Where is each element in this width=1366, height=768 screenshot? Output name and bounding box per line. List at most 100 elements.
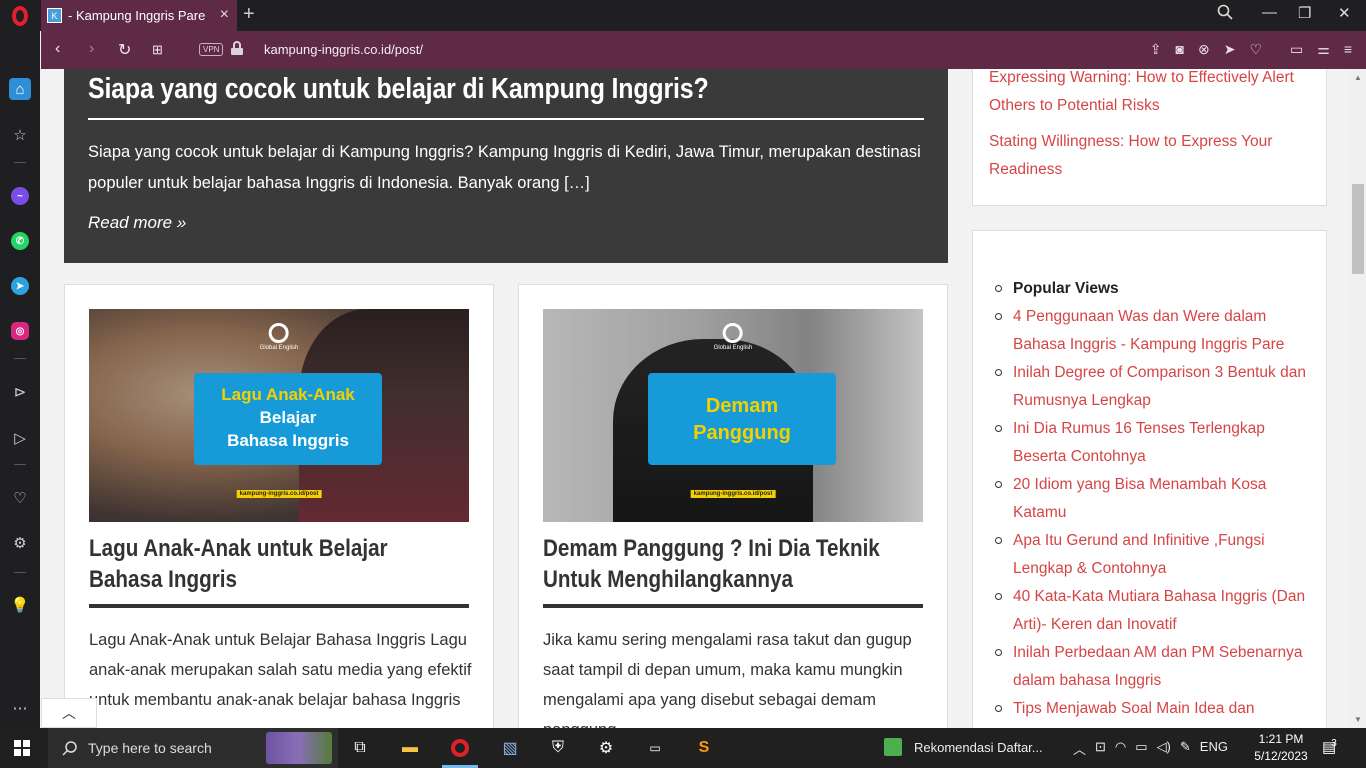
scrollbar-thumb[interactable]	[1352, 184, 1364, 274]
language-indicator[interactable]: ENG	[1200, 739, 1228, 758]
thumbnail-url-strip: kampung-inggris.co.id/post	[236, 490, 322, 498]
bookmarks-heart-icon[interactable]: ♡	[9, 487, 31, 509]
minimize-button[interactable]: —	[1262, 4, 1277, 21]
post-title[interactable]: Demam Panggung ? Ini Dia Teknik Untuk Me…	[543, 533, 904, 595]
show-hidden-icons-chevron-icon[interactable]: ︿	[1073, 739, 1086, 758]
sublime-text-icon[interactable]: S	[692, 736, 716, 760]
windows-taskbar: Type here to search ⧉ ▬ ▧ ⛨ ⚙ ▭ S Rekome…	[0, 728, 1366, 768]
wifi-icon[interactable]: ◠	[1115, 739, 1126, 758]
instagram-icon[interactable]: ◎	[9, 320, 31, 342]
windows-start-icon[interactable]	[14, 740, 30, 756]
photos-icon[interactable]: ▧	[498, 736, 522, 760]
taskbar-clock[interactable]: 1:21 PM 5/12/2023	[1252, 731, 1310, 765]
thumbnail-title-line: Lagu Anak-Anak	[221, 385, 355, 404]
recent-posts-widget: Expressing Warning: How to Effectively A…	[972, 69, 1327, 206]
search-placeholder: Type here to search	[88, 740, 212, 756]
battery-icon[interactable]: ▭	[1135, 739, 1147, 758]
browser-tab[interactable]: K - Kampung Inggris Pare ×	[41, 0, 237, 31]
back-button[interactable]: ‹	[55, 40, 60, 58]
security-shield-icon[interactable]: ⛨	[546, 736, 570, 760]
popular-post-link[interactable]: Tips Menjawab Soal Main Idea dan	[995, 695, 1306, 723]
tabs-grid-icon[interactable]: ⊞	[152, 42, 163, 58]
send-icon[interactable]: ➤	[1224, 41, 1236, 58]
lock-icon[interactable]	[231, 41, 243, 55]
popular-post-link[interactable]: 20 Idiom yang Bisa Menambah Kosa Katamu	[995, 471, 1306, 527]
global-english-logo: Global English	[714, 323, 752, 351]
settings-gear-icon[interactable]: ⚙	[9, 532, 31, 554]
scroll-to-top-button[interactable]: ︿	[41, 698, 97, 728]
thumbnail-title-box: Lagu Anak-Anak Belajar Bahasa Inggris	[194, 373, 382, 465]
forward-button[interactable]: ›	[89, 40, 94, 58]
volume-icon[interactable]: ◁)	[1157, 739, 1171, 758]
popular-post-link[interactable]: 40 Kata-Kata Mutiara Bahasa Inggris (Dan…	[995, 583, 1306, 639]
post-title[interactable]: Lagu Anak-Anak untuk Belajar Bahasa Ingg…	[89, 533, 450, 595]
site-favicon-icon: K	[47, 8, 62, 23]
featured-post-title[interactable]: Siapa yang cocok untuk belajar di Kampun…	[88, 73, 709, 106]
home-icon[interactable]: ⌂	[9, 78, 31, 100]
sidebar-divider	[14, 358, 26, 359]
popular-post-link[interactable]: Inilah Degree of Comparison 3 Bentuk dan…	[995, 359, 1306, 415]
close-tab-icon[interactable]: ×	[220, 6, 229, 24]
messenger-icon[interactable]: ~	[9, 185, 31, 207]
scroll-down-arrow-icon[interactable]: ▼	[1354, 715, 1362, 724]
search-icon	[62, 741, 77, 756]
telegram-icon[interactable]: ➤	[9, 275, 31, 297]
popular-post-link[interactable]: Ini Dia Rumus 16 Tenses Terlengkap Beser…	[995, 415, 1306, 471]
opera-taskbar-icon[interactable]	[448, 736, 472, 760]
web-page: Siapa yang cocok untuk belajar di Kampun…	[41, 69, 1350, 728]
whatsapp-icon[interactable]: ✆	[9, 230, 31, 252]
popular-post-link[interactable]: 4 Penggunaan Was dan Were dalam Bahasa I…	[995, 303, 1306, 359]
reload-button[interactable]: ↻	[118, 40, 131, 60]
new-tab-button[interactable]: +	[243, 3, 255, 26]
tips-lightbulb-icon[interactable]: 💡	[9, 594, 31, 616]
sidebar-more-icon[interactable]: ⋯	[9, 697, 31, 719]
popular-views-widget: Popular Views 4 Penggunaan Was dan Were …	[972, 230, 1327, 728]
popular-post-link[interactable]: Apa Itu Gerund and Infinitive ,Fungsi Le…	[995, 527, 1306, 583]
taskbar-notification[interactable]: Rekomendasi Daftar...	[884, 738, 1043, 756]
pen-icon[interactable]: ✎	[1180, 739, 1191, 758]
post-excerpt: Jika kamu sering mengalami rasa takut da…	[543, 631, 912, 728]
notification-app-icon	[884, 738, 902, 756]
maximize-button[interactable]: ❐	[1298, 4, 1311, 22]
thumbnail-title-box: Demam Panggung	[648, 373, 836, 465]
flow-send-icon[interactable]: ▷	[9, 427, 31, 449]
menu-icon[interactable]: ≡	[1344, 41, 1352, 58]
share-icon[interactable]: ⇪	[1150, 41, 1162, 58]
notification-count-badge: 3	[1331, 738, 1337, 749]
action-center-icon[interactable]: ▤3	[1322, 738, 1342, 756]
file-explorer-icon[interactable]: ▬	[398, 736, 422, 760]
heart-icon[interactable]: ♡	[1249, 41, 1262, 58]
terminal-icon[interactable]: ▭	[643, 736, 667, 760]
recent-post-link[interactable]: Stating Willingness: How to Express Your…	[989, 128, 1310, 184]
meet-now-icon[interactable]: ⊡	[1095, 739, 1106, 758]
read-more-link[interactable]: Read more »	[88, 213, 186, 233]
task-view-icon[interactable]: ⧉	[348, 736, 372, 760]
post-card: Global English Lagu Anak-Anak Belajar Ba…	[64, 284, 494, 728]
recent-post-link[interactable]: Expressing Warning: How to Effectively A…	[989, 69, 1310, 120]
easy-setup-icon[interactable]: ⚌	[1317, 41, 1330, 58]
opera-menu-button[interactable]	[0, 0, 40, 31]
global-english-logo: Global English	[260, 323, 298, 351]
settings-gear-icon[interactable]: ⚙	[594, 736, 618, 760]
player-icon[interactable]: ⊳	[9, 381, 31, 403]
speed-dial-star-icon[interactable]: ☆	[9, 124, 31, 146]
chevron-up-icon: ︿	[62, 705, 76, 721]
close-window-button[interactable]: ✕	[1338, 4, 1351, 22]
thumbnail-title-line: Demam	[705, 395, 779, 417]
page-scrollbar[interactable]: ▲ ▼	[1350, 69, 1366, 728]
post-thumbnail[interactable]: Global English Lagu Anak-Anak Belajar Ba…	[89, 309, 469, 522]
scroll-up-arrow-icon[interactable]: ▲	[1354, 73, 1362, 82]
battery-saver-icon[interactable]: ▭	[1290, 41, 1303, 58]
post-thumbnail[interactable]: Global English Demam Panggung kampung-in…	[543, 309, 923, 522]
snapshot-camera-icon[interactable]: ◙	[1176, 41, 1184, 58]
url-field[interactable]: kampung-inggris.co.id/post/	[264, 42, 423, 57]
thumbnail-url-strip: kampung-inggris.co.id/post	[690, 490, 776, 498]
vpn-badge[interactable]: VPN	[199, 43, 224, 56]
search-tabs-icon[interactable]	[1217, 4, 1233, 24]
taskbar-search-box[interactable]: Type here to search	[48, 728, 338, 768]
popular-post-link[interactable]: Inilah Perbedaan AM dan PM Sebenarnya da…	[995, 639, 1306, 695]
post-card: Global English Demam Panggung kampung-in…	[518, 284, 948, 728]
adblock-icon[interactable]: ⊗	[1198, 41, 1210, 58]
featured-post: Siapa yang cocok untuk belajar di Kampun…	[64, 69, 948, 263]
sidebar-divider	[14, 464, 26, 465]
